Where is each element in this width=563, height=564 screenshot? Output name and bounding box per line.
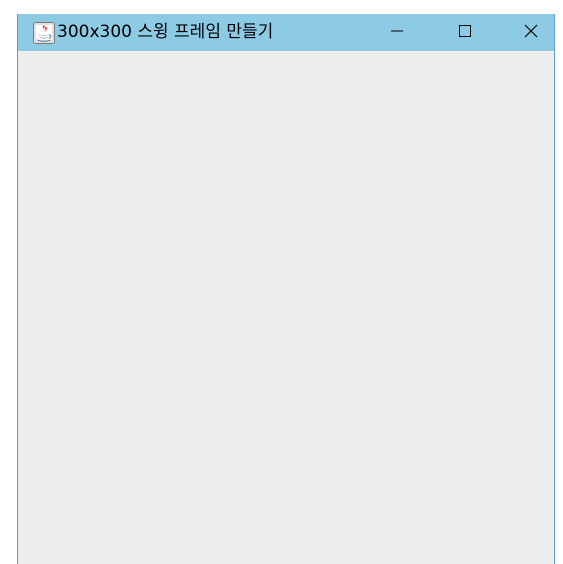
window-title: 300x300 스윙 프레임 만들기 xyxy=(57,22,274,42)
maximize-icon xyxy=(458,23,472,42)
close-button[interactable] xyxy=(508,14,554,51)
minimize-button[interactable] xyxy=(374,14,420,51)
minimize-icon xyxy=(390,23,404,42)
app-window: 300x300 스윙 프레임 만들기 xyxy=(17,14,555,564)
frame-content-pane xyxy=(18,51,554,564)
close-icon xyxy=(523,23,539,43)
title-bar[interactable]: 300x300 스윙 프레임 만들기 xyxy=(18,14,554,51)
java-icon[interactable] xyxy=(33,22,55,44)
maximize-button[interactable] xyxy=(442,14,488,51)
